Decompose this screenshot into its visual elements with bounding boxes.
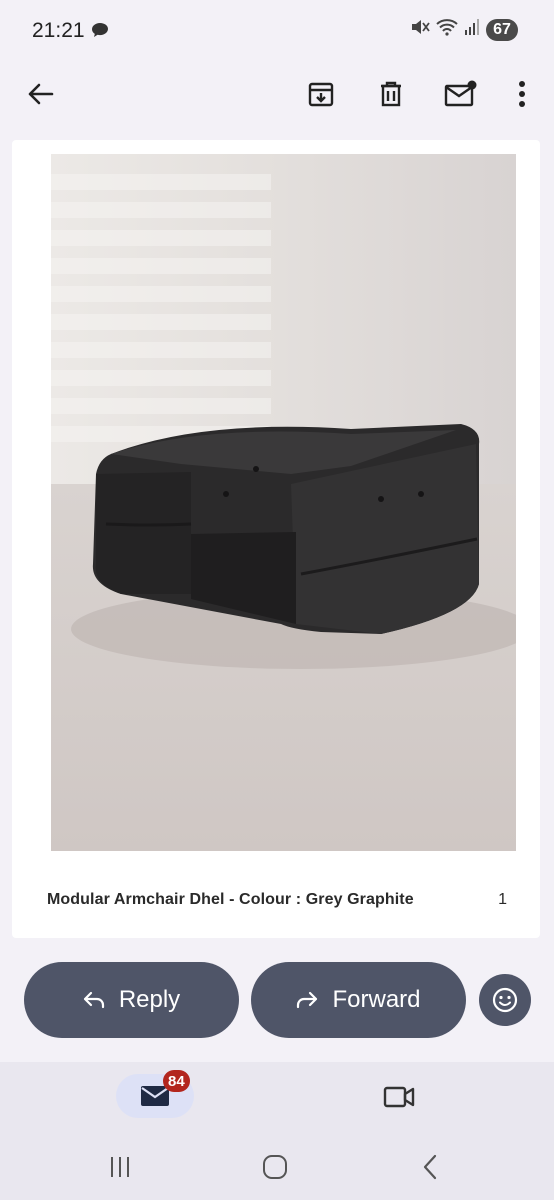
email-body: Modular Armchair Dhel - Colour : Grey Gr… [12,140,540,938]
bottom-nav: 84 [0,1062,554,1132]
arrow-back-icon [28,83,54,105]
battery-level: 67 [486,18,518,41]
chat-bubble-icon [91,22,109,43]
recents-icon [111,1157,129,1177]
forward-icon [297,991,318,1009]
forward-label: Forward [332,986,421,1013]
unread-count-badge: 84 [163,1070,190,1092]
forward-button[interactable]: Forward [251,962,466,1038]
system-nav [0,1132,554,1200]
product-name: Modular Armchair Dhel - Colour : Grey Gr… [47,891,414,908]
more-vert-icon [519,81,525,107]
reply-label: Reply [118,986,181,1013]
status-time: 21:21 [32,19,85,42]
meet-video-icon [383,1086,415,1108]
emoji-react-icon [492,987,518,1013]
mute-icon [410,18,430,41]
delete-icon [381,81,401,107]
product-quantity: 1 [498,891,507,908]
status-bar: 21:21 67 [0,0,554,60]
product-image [51,154,516,851]
mark-unread-button[interactable] [441,74,481,114]
action-bar: Reply Forward [0,940,554,1062]
wifi-icon [436,18,458,41]
more-options-button[interactable] [502,74,542,114]
back-icon [423,1154,437,1180]
nav-meet-tab[interactable] [378,1078,420,1116]
reply-button[interactable]: Reply [24,962,239,1038]
recents-button[interactable] [100,1150,140,1184]
email-toolbar [0,60,554,130]
signal-icon [464,18,480,41]
product-line-item: Modular Armchair Dhel - Colour : Grey Gr… [47,885,507,915]
delete-button[interactable] [371,74,411,114]
archive-icon [308,82,334,107]
mark-unread-icon [444,80,477,107]
home-button[interactable] [255,1150,295,1184]
reply-icon [83,991,104,1009]
status-icons: 67 [410,18,518,41]
emoji-react-button[interactable] [479,974,531,1026]
archive-button[interactable] [301,74,341,114]
back-button[interactable] [20,74,60,114]
home-icon [263,1155,287,1179]
system-back-button[interactable] [410,1150,450,1184]
